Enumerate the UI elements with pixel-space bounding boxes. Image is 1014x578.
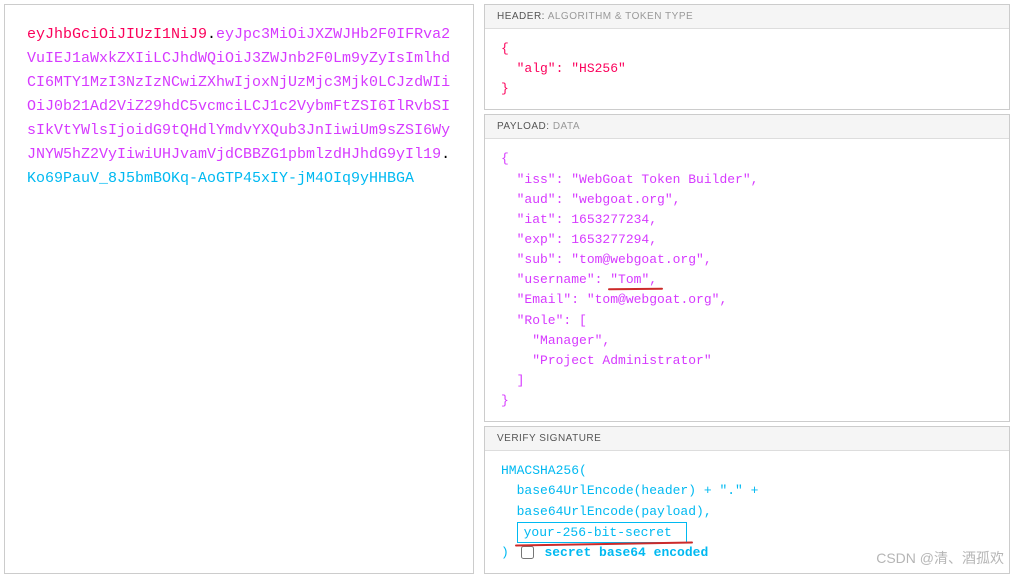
email-value: tom@webgoat.org — [595, 292, 712, 307]
sub-value: tom@webgoat.org — [579, 252, 696, 267]
token-header-part: eyJhbGciOiJIUzI1NiJ9 — [27, 26, 207, 43]
header-sub-text: ALGORITHM & TOKEN TYPE — [548, 11, 693, 22]
payload-title-text: PAYLOAD: — [497, 121, 550, 132]
token-signature-part: Ko69PauV_8J5bmBOKq-AoGTP45xIY-jM4OIq9yHH… — [27, 170, 414, 187]
secret-base64-label: secret base64 encoded — [544, 545, 708, 560]
decoded-payload-title: PAYLOAD: DATA — [485, 115, 1009, 139]
token-payload-part: eyJpc3MiOiJXZWJHb2F0IFRva2VuIEJ1aWxkZXIi… — [27, 26, 450, 163]
decoded-payload-section: PAYLOAD: DATA { "iss": "WebGoat Token Bu… — [484, 114, 1010, 422]
encoded-token-panel[interactable]: eyJhbGciOiJIUzI1NiJ9.eyJpc3MiOiJXZWJHb2F… — [4, 4, 474, 574]
username-value: Tom — [618, 272, 641, 287]
exp-value: 1653277294 — [571, 232, 649, 247]
username-underline: "Tom", — [610, 272, 657, 287]
verify-signature-title: VERIFY SIGNATURE — [485, 427, 1009, 451]
decoded-header-title: HEADER: ALGORITHM & TOKEN TYPE — [485, 5, 1009, 29]
decoded-header-section: HEADER: ALGORITHM & TOKEN TYPE { "alg": … — [484, 4, 1010, 110]
decoded-header-body[interactable]: { "alg": "HS256" } — [485, 29, 1009, 109]
sig-line1: base64UrlEncode(header) + "." + — [517, 483, 759, 498]
sig-algo: HMACSHA256( — [501, 461, 993, 481]
secret-input[interactable] — [517, 522, 687, 543]
aud-value: webgoat.org — [579, 192, 665, 207]
role-1: Project Administrator — [540, 353, 704, 368]
header-title-text: HEADER: — [497, 11, 545, 22]
token-dot-2: . — [441, 146, 450, 163]
alg-value: HS256 — [579, 61, 618, 76]
sig-close: ) — [501, 545, 509, 560]
decoded-payload-body[interactable]: { "iss": "WebGoat Token Builder", "aud":… — [485, 139, 1009, 421]
iss-value: WebGoat Token Builder — [579, 172, 743, 187]
sig-line2: base64UrlEncode(payload), — [517, 504, 712, 519]
secret-underline — [517, 525, 687, 540]
decoded-panel: HEADER: ALGORITHM & TOKEN TYPE { "alg": … — [484, 4, 1010, 574]
payload-sub-text: DATA — [553, 121, 580, 132]
token-dot-1: . — [207, 26, 216, 43]
signature-title-text: VERIFY SIGNATURE — [497, 433, 601, 444]
secret-base64-checkbox[interactable] — [521, 546, 534, 559]
iat-value: 1653277234 — [571, 212, 649, 227]
verify-signature-body: HMACSHA256( base64UrlEncode(header) + ".… — [485, 451, 1009, 573]
verify-signature-section: VERIFY SIGNATURE HMACSHA256( base64UrlEn… — [484, 426, 1010, 574]
role-0: Manager — [540, 333, 595, 348]
